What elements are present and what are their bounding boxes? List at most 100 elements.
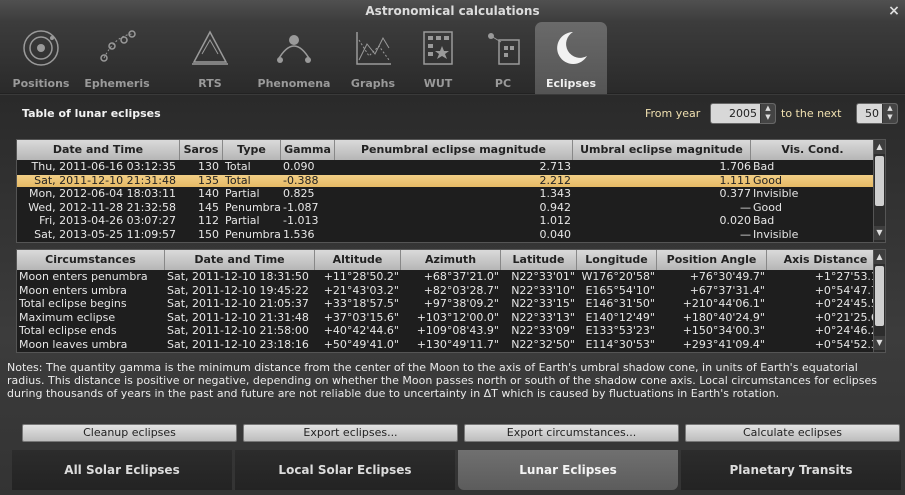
table-cell: E146°31'50" [585,298,655,310]
column-header[interactable]: Umbral eclipse magnitude [573,140,751,160]
tab-all-solar-eclipses[interactable]: All Solar Eclipses [12,450,232,490]
column-header[interactable]: Azimuth [401,250,501,270]
notes-text: Notes: The quantity gamma is the minimum… [7,361,877,400]
table-cell: -0.388 [283,174,319,187]
table-cell: Good [753,201,782,214]
column-header[interactable]: Altitude [315,250,401,270]
to-next-spinbox[interactable]: 50 ▲ ▼ [856,103,898,124]
table-cell: +293°41'09.4" [682,338,765,351]
tab-label: Graphs [350,77,396,90]
column-header[interactable]: Penumbral eclipse magnitude [335,140,573,160]
table-cell: -1.087 [283,201,319,214]
tab-bar: Positions Ephemeris RTS Phenomena Graphs… [0,22,905,94]
export-eclipses-button[interactable]: Export eclipses... [243,424,458,442]
phenomena-icon [277,35,311,63]
tab-planetary-transits[interactable]: Planetary Transits [681,450,901,490]
table-cell: 1.343 [539,188,572,200]
tab-eclipses[interactable]: Eclipses [535,22,607,94]
eclipses-panel: Table of lunar eclipses From year 2005 ▲… [0,95,905,495]
circumstance-row[interactable]: Maximum eclipse Sat, 2011-12-10 21:31:48 +… [17,312,885,324]
tab-rts[interactable]: RTS [185,22,235,94]
circumstance-row[interactable]: Total eclipse ends Sat, 2011-12-10 21:58:… [17,325,885,337]
column-header[interactable]: Date and Time [17,140,180,160]
close-icon[interactable]: × [887,0,901,22]
circumstances-table[interactable]: Circumstances Date and Time Altitude Azimut… [16,249,886,353]
scroll-down-icon[interactable]: ▼ [874,336,885,350]
spin-arrows-icon[interactable]: ▲ ▼ [882,104,897,123]
table-cell: +40°42'44.6" [323,325,399,337]
table-cell: Invisible [753,188,799,200]
tab-local-solar-eclipses[interactable]: Local Solar Eclipses [235,450,455,490]
table-cell: Mon, 2012-06-04 18:03:11 [28,188,176,200]
table-cell: Moon enters umbra [19,284,127,297]
table-cell: 0.942 [539,201,572,214]
column-header[interactable]: Axis Distance [767,250,885,270]
eclipse-row[interactable]: Sat, 2013-05-25 11:09:57 150 Penumbral 1.53… [17,229,885,241]
table-cell: Sat, 2011-12-10 21:58:00 [167,325,309,337]
column-header[interactable]: Date and Time [165,250,315,270]
column-header[interactable]: Type [223,140,281,160]
eclipse-row[interactable]: Sat, 2011-12-10 21:31:48 135 Total -0.388 2.… [17,174,885,187]
eclipse-row[interactable]: Thu, 2011-06-16 03:12:35 130 Total 0.090 2.7… [17,161,885,173]
table-cell: +150°34'00.3" [682,325,765,337]
table-cell: Sat, 2011-12-10 19:45:22 [167,284,309,297]
circumstances-scrollbar[interactable]: ▲ ▼ [873,250,885,352]
tab-lunar-eclipses[interactable]: Lunar Eclipses [458,450,678,490]
table-cell: +37°03'15.6" [323,311,399,324]
table-cell: +33°18'57.5" [323,298,399,310]
table-cell: 0.020 [719,215,752,227]
scroll-up-icon[interactable]: ▲ [874,140,885,154]
table-cell: Partial [225,215,260,227]
tab-wut[interactable]: WUT [410,22,466,94]
table-cell: N22°33'01" [511,271,575,283]
calculate-eclipses-button[interactable]: Calculate eclipses [685,424,900,442]
tab-ephemeris[interactable]: Ephemeris [80,22,154,94]
rts-triangle-icon [192,30,228,65]
table-cell: 1.111 [719,174,752,187]
circumstance-row[interactable]: Total eclipse begins Sat, 2011-12-10 21:0… [17,298,885,310]
target-orbit-icon [23,30,59,66]
table-cell: 145 [198,201,219,214]
table-cell: 140 [198,188,219,200]
table-cell: 0.040 [539,228,572,241]
scrollbar-thumb[interactable] [875,266,884,326]
eclipse-row[interactable]: Wed, 2012-11-28 21:32:58 145 Penumbral -1.0… [17,202,885,214]
scroll-down-icon[interactable]: ▼ [874,226,885,240]
column-header[interactable]: Gamma [281,140,335,160]
column-header[interactable]: Saros [180,140,223,160]
tab-positions[interactable]: Positions [10,22,72,94]
scroll-up-icon[interactable]: ▲ [874,250,885,264]
table-cell: +0°21'25.6" [814,311,883,324]
cleanup-eclipses-button[interactable]: Cleanup eclipses [22,424,237,442]
scrollbar-thumb[interactable] [875,156,884,206]
eclipse-row[interactable]: Fri, 2013-04-26 03:07:27 112 Partial -1.013… [17,215,885,227]
column-header[interactable]: Vis. Cond. [751,140,875,160]
table-cell: E165°54'10" [585,284,655,297]
column-header[interactable]: Circumstances [17,250,165,270]
table-cell: E114°30'53" [585,338,655,351]
table-cell: +0°54'47.7" [814,284,883,297]
tab-pc[interactable]: PC [475,22,531,94]
circumstance-row[interactable]: Moon enters penumbra Sat, 2011-12-10 18:3… [17,271,885,283]
export-circumstances-button[interactable]: Export circumstances... [464,424,679,442]
table-controls: Table of lunar eclipses From year 2005 ▲… [0,103,905,125]
column-header[interactable]: Latitude [501,250,577,270]
from-year-spinbox[interactable]: 2005 ▲ ▼ [710,103,776,124]
circumstance-row[interactable]: Moon enters umbra Sat, 2011-12-10 19:45:2… [17,285,885,297]
tab-phenomena[interactable]: Phenomena [250,22,338,94]
column-header[interactable]: Longitude [577,250,657,270]
circumstance-row[interactable]: Moon leaves umbra Sat, 2011-12-10 23:18:1… [17,339,885,351]
table-cell: +50°49'41.0" [323,338,399,351]
spin-arrows-icon[interactable]: ▲ ▼ [760,104,775,123]
column-header[interactable]: Position Angle [657,250,767,270]
eclipse-row[interactable]: Mon, 2012-06-04 18:03:11 140 Partial 0.825 1… [17,188,885,200]
pc-icon [488,33,520,65]
table-cell: — [740,228,751,241]
eclipses-table[interactable]: Date and Time Saros Type Gamma Penumbral ecl… [16,139,886,243]
tab-graphs[interactable]: Graphs [345,22,401,94]
tab-label: Eclipses [545,77,596,90]
table-cell: Moon leaves umbra [19,338,128,351]
table-cell: Penumbral [225,201,281,214]
table-cell: +0°24'45.5" [814,298,883,310]
eclipses-scrollbar[interactable]: ▲ ▼ [873,140,885,242]
